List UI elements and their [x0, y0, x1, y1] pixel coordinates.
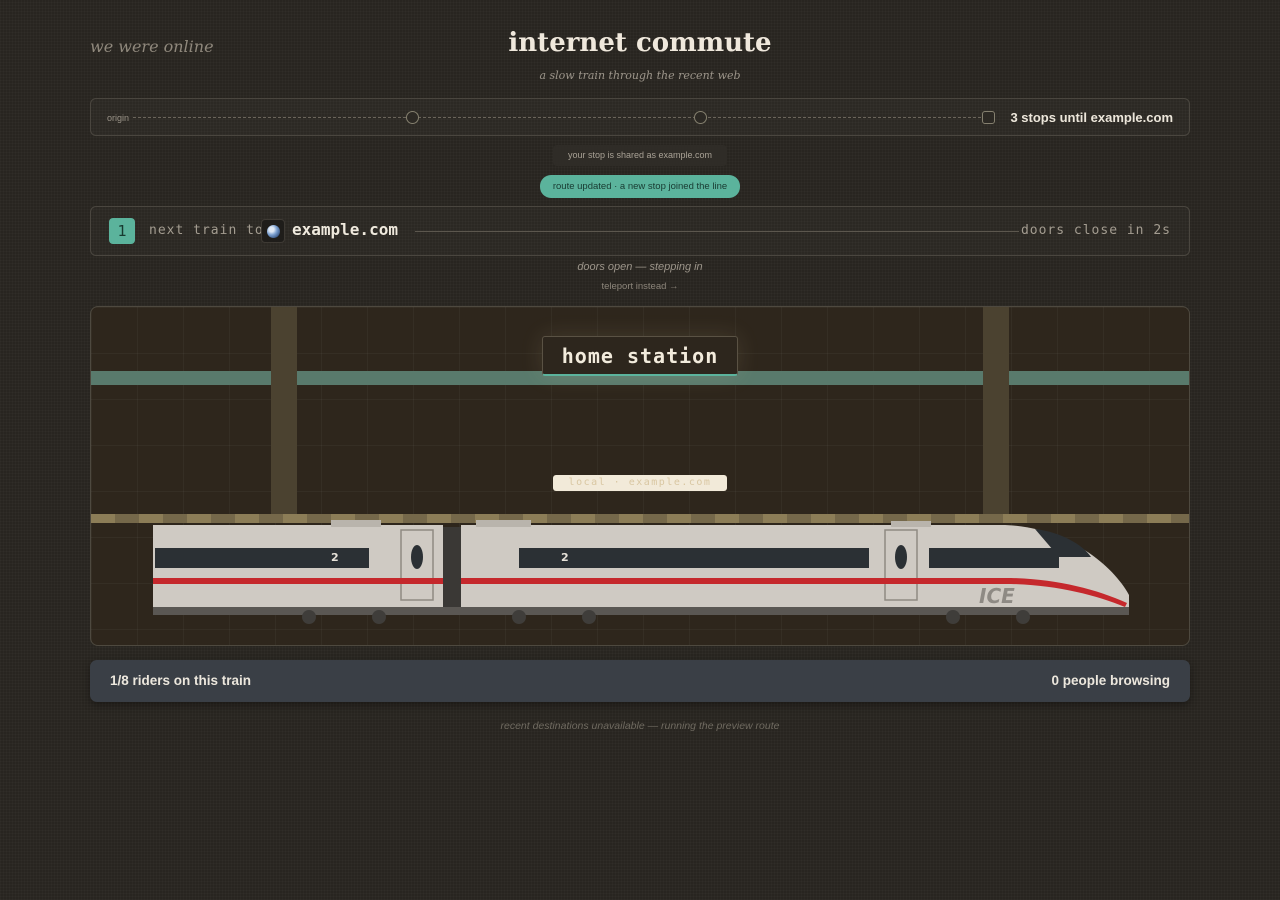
route-destination-marker [982, 111, 995, 124]
route-stop-marker [406, 111, 419, 124]
teleport-link[interactable]: teleport instead → [0, 281, 1280, 292]
car-class-label: 2 [561, 551, 569, 564]
route-line [133, 117, 986, 118]
platform-label: local · example.com [553, 475, 727, 491]
page-subtitle: a slow train through the recent web [539, 69, 741, 82]
next-train-label: next train to [149, 223, 264, 238]
station-scene: home station local · example.com 2 2 ICE [90, 306, 1190, 646]
riders-bar: 1/8 riders on this train 0 people browsi… [90, 660, 1190, 702]
globe-icon [261, 219, 285, 243]
next-train-bar: 1 next train to example.com doors close … [90, 206, 1190, 256]
footer-note: recent destinations unavailable — runnin… [500, 720, 780, 732]
stops-remaining: 3 stops until example.com [1010, 110, 1173, 125]
route-origin-label: origin [107, 113, 130, 123]
riders-count: 1/8 riders on this train [110, 673, 252, 688]
divider [415, 231, 1019, 232]
doors-countdown: doors close in 2s [1020, 223, 1171, 238]
station-pillar [983, 307, 1009, 515]
shared-stop-notice: your stop is shared as example.com [553, 145, 727, 166]
route-update-toast: route updated · a new stop joined the li… [540, 175, 740, 198]
next-destination: example.com [292, 220, 398, 239]
train-number-badge: 1 [109, 218, 135, 244]
car-class-label: 2 [331, 551, 339, 564]
route-progress: origin 3 stops until example.com [90, 98, 1190, 136]
station-pillar [271, 307, 297, 515]
train-illustration: 2 2 ICE [153, 520, 1129, 624]
train-logo: ICE [979, 584, 1015, 608]
doors-status: doors open — stepping in [577, 261, 703, 273]
page-title: internet commute [508, 28, 772, 58]
station-sign: home station [542, 336, 738, 376]
route-stop-marker [694, 111, 707, 124]
browsing-count: 0 people browsing [1051, 673, 1170, 688]
